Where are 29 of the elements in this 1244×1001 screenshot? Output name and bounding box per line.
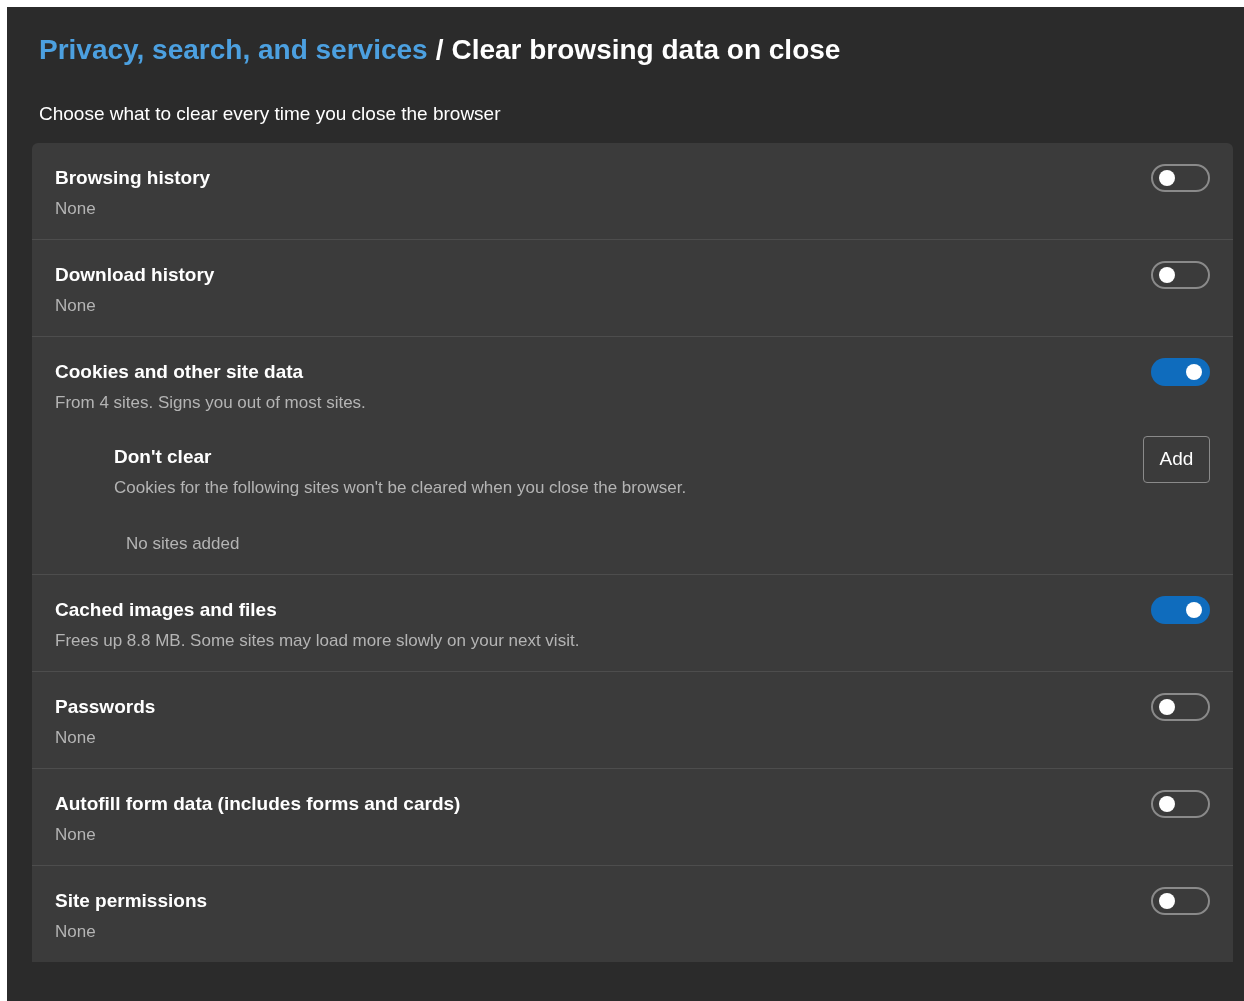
section-description: Cookies for the following sites won't be cleared when you close the browser. [114,476,687,499]
setting-description: None [55,294,97,317]
setting-description: None [55,197,97,220]
setting-title: Passwords [55,694,156,719]
empty-list-text: No sites added [126,532,241,555]
toggle-switch[interactable] [1151,886,1210,915]
breadcrumb-link[interactable]: Privacy, search, and services [39,29,428,71]
setting-title: Download history [55,262,215,287]
toggle-switch[interactable] [1151,595,1210,624]
setting-description: None [55,726,97,749]
setting-title: Autofill form data (includes forms and cards) [55,791,461,816]
toggle-switch[interactable] [1151,357,1210,386]
toggle-switch[interactable] [1151,260,1210,289]
toggle-switch[interactable] [1151,692,1210,721]
toggle-switch[interactable] [1151,789,1210,818]
setting-title: Cached images and files [55,597,278,622]
setting-title: Cookies and other site data [55,359,305,384]
breadcrumb-separator: / [435,33,444,67]
setting-description: None [55,920,97,943]
setting-description: Frees up 8.8 MB. Some sites may load more slowly on your next visit. [55,629,580,652]
setting-title: Browsing history [55,165,211,190]
setting-description: From 4 sites. Signs you out of most sites. [55,391,366,414]
intro-text: Choose what to clear every time you close the browser [38,102,502,126]
page-title: Clear browsing data on close [451,33,841,67]
toggle-switch[interactable] [1151,163,1210,192]
add-button[interactable]: Add [1143,435,1210,483]
section-title: Don't clear [114,444,213,469]
setting-description: None [55,823,97,846]
setting-title: Site permissions [55,888,208,913]
